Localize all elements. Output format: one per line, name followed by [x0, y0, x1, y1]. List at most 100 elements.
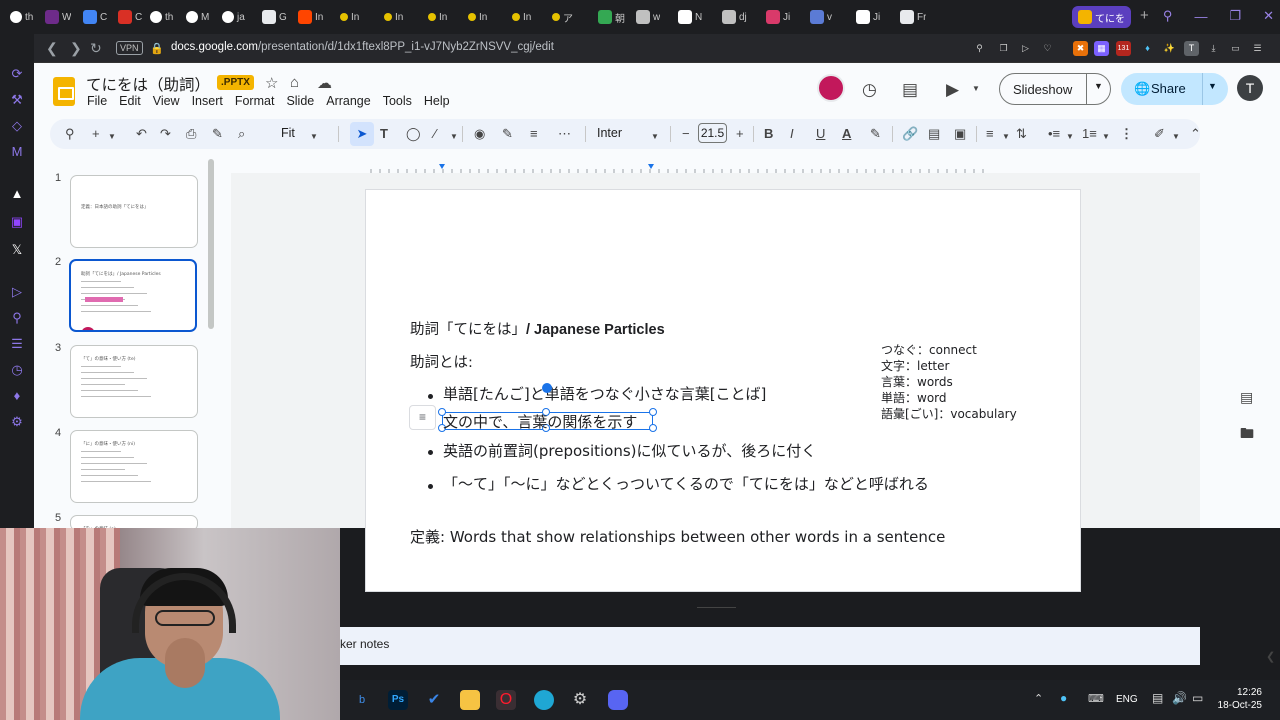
opera-icon[interactable]: ⟳ [9, 66, 25, 82]
bullet-text[interactable]: 単語[たんご]と単語をつなぐ小さな言葉[ことば] [443, 383, 766, 404]
bing-icon[interactable]: b [352, 690, 372, 710]
file-explorer-icon[interactable] [460, 690, 480, 710]
menu-item[interactable]: View [153, 94, 180, 108]
url-field[interactable]: docs.google.com/presentation/d/1dx1ftexl… [171, 41, 554, 53]
slide[interactable]: 助詞「てにをは」/ Japanese Particles 助詞とは: 単語[たん… [365, 189, 1081, 592]
opera-taskbar-icon[interactable]: O [496, 690, 516, 710]
chrome-icon[interactable]: ⚙ [570, 690, 590, 710]
new-tab-button[interactable]: + [1140, 7, 1149, 24]
underline-icon[interactable]: U [816, 126, 825, 142]
image-icon[interactable]: ▣ [954, 126, 966, 142]
reload-icon[interactable]: ↻ [90, 40, 102, 57]
font-select[interactable]: Inter [597, 126, 622, 140]
browser-tab[interactable]: てにを [1072, 6, 1131, 28]
browser-tab[interactable]: 朝 [598, 6, 625, 28]
browser-tab[interactable]: Fr [900, 6, 926, 28]
browser-tab[interactable]: th [150, 6, 173, 28]
new-slide-icon[interactable]: + [92, 126, 100, 142]
bookmark-icon[interactable]: ⚒ [9, 92, 25, 108]
ext-grid-icon[interactable]: ▦ [1094, 41, 1109, 56]
microphone-icon[interactable]: ● [1060, 691, 1067, 705]
player-icon[interactable]: ▷ [9, 284, 25, 300]
rotate-handle[interactable] [542, 383, 552, 393]
workspace-icon[interactable]: ☰ [9, 336, 25, 352]
menu-item[interactable]: Help [424, 94, 450, 108]
browser-tab[interactable]: w [636, 6, 660, 28]
taskbar-clock[interactable]: 12:26 18-Oct-25 [1218, 686, 1262, 712]
keyboard-icon[interactable]: ⌨ [1088, 692, 1104, 705]
zoom-icon[interactable]: ⌕ [238, 126, 245, 142]
chevron-down-icon[interactable]: ▼ [1094, 81, 1103, 91]
collaborator-avatar[interactable] [817, 74, 845, 102]
font-size-input[interactable]: 21.5 [698, 123, 727, 143]
add-comment-icon[interactable]: ▤ [928, 126, 940, 142]
align-icon[interactable]: ≡ [986, 126, 994, 142]
vpn-badge[interactable]: VPN [116, 41, 143, 55]
cloud-icon[interactable]: ☁ [317, 74, 332, 92]
tray-chevron-up-icon[interactable]: ⌃ [1034, 692, 1043, 705]
menu-item[interactable]: Tools [383, 94, 412, 108]
move-icon[interactable]: ⌂ [290, 74, 299, 91]
browser-tab[interactable]: ja [222, 6, 245, 28]
link-icon[interactable]: 🔗 [902, 126, 918, 142]
paint-format-icon[interactable]: ✎ [212, 126, 223, 142]
ai-icon[interactable]: ▲ [9, 186, 25, 202]
lock-icon[interactable]: 🔒 [150, 42, 164, 55]
close-icon[interactable]: ✕ [1263, 8, 1274, 24]
select-tool-icon[interactable]: ➤ [350, 122, 374, 146]
todo-icon[interactable]: ✔ [424, 690, 444, 710]
chevron-down-icon[interactable]: ▼ [310, 129, 318, 145]
browser-tab[interactable]: M [186, 6, 209, 28]
send-icon[interactable]: ▷ [1018, 41, 1033, 56]
ext-badge-icon[interactable]: 131 [1116, 41, 1131, 56]
heart-icon[interactable]: ♡ [1040, 41, 1055, 56]
redo-icon[interactable]: ↷ [160, 126, 171, 142]
meet-icon[interactable]: ▶ [946, 80, 959, 100]
definition-line[interactable]: 定義: Words that show relationships betwee… [410, 526, 945, 547]
slide-title[interactable]: 助詞「てにをは」/ Japanese Particles [410, 318, 665, 339]
browser-tab[interactable]: dj [722, 6, 747, 28]
battery-icon[interactable]: ▭ [1228, 41, 1243, 56]
menu-item[interactable]: Insert [192, 94, 223, 108]
chevron-down-icon[interactable]: ▼ [1102, 129, 1110, 145]
pin-icon[interactable]: ⚲ [9, 310, 25, 326]
slideshow-button[interactable]: Slideshow ▼ [999, 73, 1111, 105]
bold-icon[interactable]: B [764, 126, 773, 142]
numbered-list-icon[interactable]: 1≡ [1082, 126, 1097, 142]
edge-icon[interactable] [534, 690, 554, 710]
browser-tab[interactable]: G [262, 6, 287, 28]
browser-tab[interactable]: ア [552, 6, 573, 28]
browser-tab[interactable]: v [810, 6, 832, 28]
x-icon[interactable]: 𝕏 [9, 242, 25, 258]
border-dash-icon[interactable]: ⋯ [558, 126, 571, 142]
download-icon[interactable]: ⤓ [1206, 41, 1221, 56]
bullet-text[interactable]: 文の中で、言葉の関係を示す [443, 411, 637, 432]
star-icon[interactable]: ☆ [265, 74, 278, 92]
pen-icon[interactable]: ✐ [1154, 126, 1165, 142]
slide-thumbnail[interactable]: 「て」の意味・使い方 (te) [70, 345, 198, 418]
browser-tab[interactable]: N [678, 6, 702, 28]
account-avatar[interactable]: T [1237, 75, 1263, 101]
settings-icon[interactable]: ⚙ [9, 414, 25, 430]
shape-icon[interactable]: ◯ [406, 126, 421, 142]
glossary-box[interactable]: つなぐ：connect 文字：letter 言葉：words 単語：word 語… [881, 342, 1017, 422]
comments-icon[interactable]: ▤ [902, 80, 918, 100]
slides-logo-icon[interactable] [53, 77, 75, 106]
chevron-down-icon[interactable]: ▼ [1172, 129, 1180, 145]
drag-handle-icon[interactable]: ≡ [409, 405, 436, 430]
slide-thumbnail[interactable]: 定義：日本語の助詞「てにをは」 [70, 175, 198, 248]
undo-icon[interactable]: ↶ [136, 126, 147, 142]
browser-tab[interactable]: In [384, 6, 403, 28]
extensions-icon[interactable]: ♦ [9, 388, 25, 404]
fill-color-icon[interactable]: ◉ [474, 126, 485, 142]
history-icon[interactable]: ◷ [862, 80, 877, 100]
chevron-down-icon[interactable]: ▼ [1002, 129, 1010, 145]
ext-drop-icon[interactable]: ♦ [1140, 41, 1155, 56]
messenger-icon[interactable]: M [9, 144, 25, 160]
filmstrip-scrollbar[interactable] [208, 159, 214, 329]
slide-thumbnail[interactable]: 「に」の意味・使い方 (ni) [70, 430, 198, 503]
chevron-left-icon[interactable]: ❮ [1266, 650, 1275, 663]
browser-tab[interactable]: In [340, 6, 359, 28]
document-title[interactable]: てにをは（助詞） [86, 73, 210, 95]
network-icon[interactable]: ▤ [1152, 691, 1163, 705]
